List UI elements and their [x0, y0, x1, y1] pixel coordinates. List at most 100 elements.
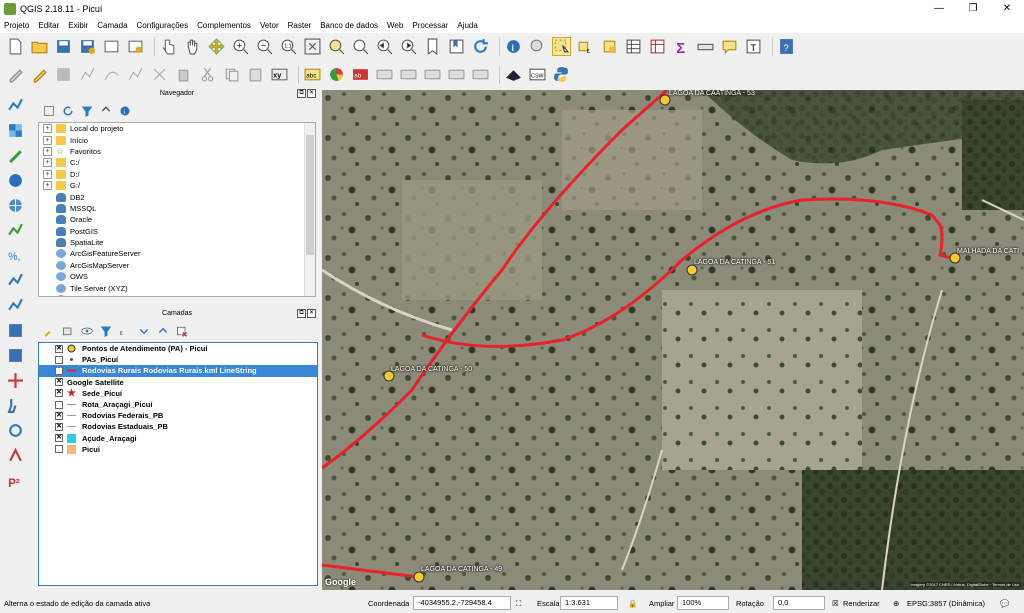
- zoom-next-icon[interactable]: [399, 37, 418, 56]
- field-calculator-icon[interactable]: [648, 37, 667, 56]
- browser-scrollbar[interactable]: [304, 123, 315, 296]
- zoom-full-icon[interactable]: [303, 37, 322, 56]
- add-gpx-layer-icon[interactable]: [6, 446, 25, 465]
- menu-vetor[interactable]: Vetor: [260, 21, 279, 30]
- show-bookmarks-icon[interactable]: [447, 37, 466, 56]
- help-icon[interactable]: ?: [777, 37, 796, 56]
- layer-item[interactable]: Rota_Araçagi_Picuí: [39, 399, 317, 410]
- browser-item[interactable]: Oracle: [39, 214, 315, 225]
- select-features-icon[interactable]: [552, 37, 571, 56]
- node-tool-icon[interactable]: [150, 65, 169, 84]
- deselect-icon[interactable]: [600, 37, 619, 56]
- move-feature-icon[interactable]: [126, 65, 145, 84]
- text-annotation-icon[interactable]: T: [744, 37, 763, 56]
- add-oracle-layer-icon[interactable]: [6, 346, 25, 365]
- layer-visibility-checkbox[interactable]: ✕: [55, 366, 63, 375]
- menu-editar[interactable]: Editar: [38, 21, 59, 30]
- refresh-icon[interactable]: [61, 104, 75, 118]
- map-tips-icon[interactable]: [720, 37, 739, 56]
- add-delimited-text-icon[interactable]: %,: [6, 246, 25, 265]
- maximize-button[interactable]: ❐: [956, 0, 990, 17]
- menu-processar[interactable]: Processar: [412, 21, 448, 30]
- crs-globe-icon[interactable]: ⊕: [893, 599, 899, 608]
- current-edits-icon[interactable]: [6, 65, 25, 84]
- close-panel-button[interactable]: ✕: [307, 89, 316, 98]
- close-panel-button[interactable]: ✕: [307, 309, 316, 318]
- metasearch-icon[interactable]: [504, 65, 523, 84]
- messages-icon[interactable]: 💬: [1000, 599, 1009, 608]
- layer-item[interactable]: ✕ Rodovias Rurais Rodovias Rurais.kml Lin…: [39, 365, 317, 377]
- refresh-icon[interactable]: [471, 37, 490, 56]
- filter-expression-icon[interactable]: ε: [118, 324, 132, 338]
- toggle-editing-icon[interactable]: [30, 65, 49, 84]
- diagram-pie-icon[interactable]: [327, 65, 346, 84]
- render-checkbox[interactable]: ☒: [832, 599, 839, 608]
- zoom-last-icon[interactable]: [375, 37, 394, 56]
- composer-manager-button[interactable]: [126, 37, 145, 56]
- manage-visibility-icon[interactable]: [80, 324, 94, 338]
- lock-scale-icon[interactable]: 🔒: [628, 599, 637, 608]
- save-edits-icon[interactable]: [54, 65, 73, 84]
- select-by-value-icon[interactable]: ε: [576, 37, 595, 56]
- coordinate-toggle-icon[interactable]: ⛶: [516, 599, 521, 609]
- python-console-icon[interactable]: [552, 65, 571, 84]
- collapse-all-icon[interactable]: [99, 104, 113, 118]
- pan-map-icon[interactable]: [183, 37, 202, 56]
- browser-item[interactable]: + Local do projeto: [39, 123, 315, 134]
- open-project-button[interactable]: [30, 37, 49, 56]
- new-bookmark-icon[interactable]: [423, 37, 442, 56]
- add-wcs-layer-icon[interactable]: [6, 421, 25, 440]
- properties-icon[interactable]: i: [118, 104, 132, 118]
- attribute-table-icon[interactable]: [624, 37, 643, 56]
- save-as-button[interactable]: [78, 37, 97, 56]
- menu-web[interactable]: Web: [387, 21, 403, 30]
- layer-visibility-checkbox[interactable]: ✕: [55, 389, 63, 398]
- browser-tree[interactable]: + Local do projeto + Início + ☆ Favoritos + C:/+…: [38, 122, 316, 297]
- add-feature-icon[interactable]: [78, 65, 97, 84]
- filter-legend-icon[interactable]: [99, 324, 113, 338]
- layer-item[interactable]: ✕ Rodovias Estaduais_PB: [39, 421, 317, 432]
- pin-labels-icon[interactable]: [375, 65, 394, 84]
- zoom-selection-icon[interactable]: [327, 37, 346, 56]
- style-brush-icon[interactable]: [42, 324, 56, 338]
- touch-zoom-icon[interactable]: [159, 37, 178, 56]
- layer-item[interactable]: ✕ Google Satellite: [39, 377, 317, 388]
- layer-item[interactable]: ✕ ★ Sede_Picuí: [39, 388, 317, 399]
- statistics-sigma-icon[interactable]: Σ: [672, 37, 691, 56]
- cut-features-icon[interactable]: [198, 65, 217, 84]
- layer-visibility-checkbox[interactable]: ✕: [55, 411, 63, 420]
- remove-layer-icon[interactable]: [175, 324, 189, 338]
- add-arcgis-feature-icon[interactable]: [6, 371, 25, 390]
- copy-features-icon[interactable]: [222, 65, 241, 84]
- zoom-native-icon[interactable]: 1:1: [279, 37, 298, 56]
- add-mssql-layer-icon[interactable]: [6, 321, 25, 340]
- add-wms-layer-icon[interactable]: [6, 196, 25, 215]
- service-point[interactable]: [686, 264, 698, 276]
- action-icon[interactable]: [528, 37, 547, 56]
- layer-visibility-checkbox[interactable]: [55, 445, 63, 454]
- layer-visibility-checkbox[interactable]: [55, 400, 63, 409]
- browser-item[interactable]: + C:/: [39, 157, 315, 168]
- browser-item[interactable]: WCS: [39, 294, 315, 296]
- measure-icon[interactable]: [696, 37, 715, 56]
- layer-item[interactable]: PAs_Picuí: [39, 354, 317, 365]
- add-group-icon[interactable]: [61, 324, 75, 338]
- browser-item[interactable]: + G:/: [39, 180, 315, 191]
- menu-configura-es[interactable]: Configurações: [137, 21, 189, 30]
- layer-item[interactable]: ✕ Rodovias Federais_PB: [39, 410, 317, 421]
- scale-field[interactable]: 1:3.631: [560, 596, 618, 610]
- filter-icon[interactable]: [80, 104, 94, 118]
- add-postgis-layer-icon[interactable]: [6, 171, 25, 190]
- browser-item[interactable]: ArcGisMapServer: [39, 260, 315, 271]
- add-postgres-raster-icon[interactable]: P²: [6, 471, 25, 490]
- expand-all-icon[interactable]: [137, 324, 151, 338]
- float-panel-button[interactable]: ⧉: [297, 309, 306, 318]
- expand-icon[interactable]: +: [43, 181, 52, 191]
- browser-item[interactable]: PostGIS: [39, 226, 315, 237]
- menu-complementos[interactable]: Complementos: [197, 21, 251, 30]
- coordinate-field[interactable]: -4034955.2,-729458.4: [413, 596, 511, 610]
- expand-icon[interactable]: +: [43, 124, 52, 134]
- browser-item[interactable]: ArcGisFeatureServer: [39, 248, 315, 259]
- paste-features-icon[interactable]: [246, 65, 265, 84]
- browser-item[interactable]: SpatiaLite: [39, 237, 315, 248]
